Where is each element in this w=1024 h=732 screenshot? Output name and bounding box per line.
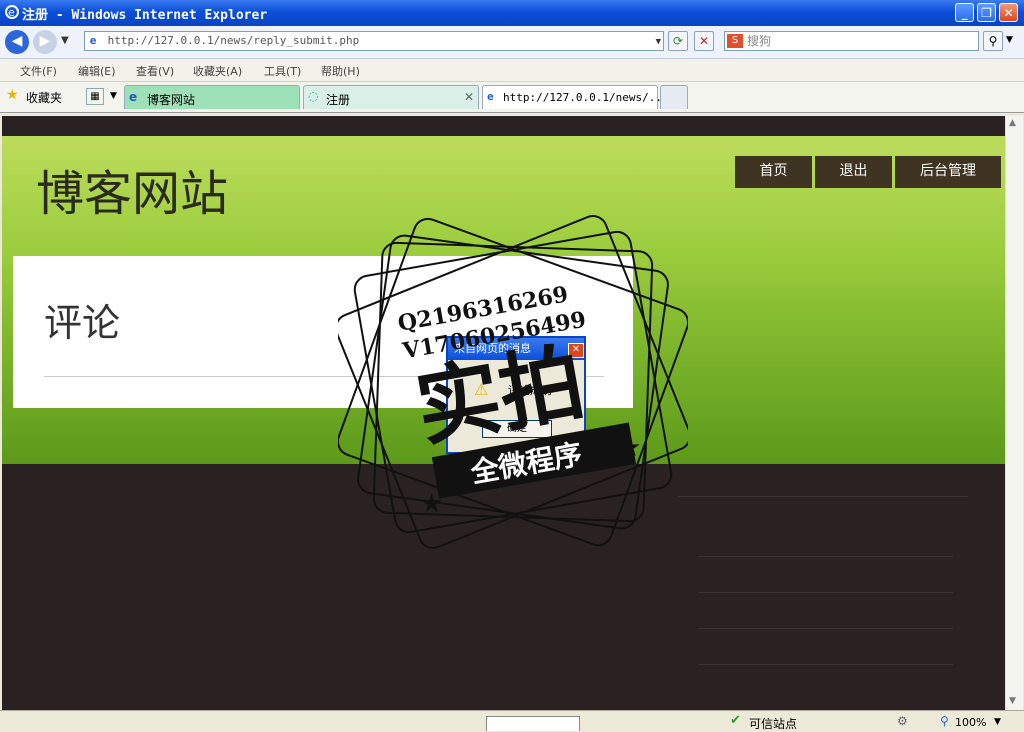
tab-register[interactable]: ◌ 注册 ✕ <box>303 85 479 109</box>
status-bar: ✔ 可信站点 ⚙ ⚲ 100% ▼ <box>0 710 1024 732</box>
divider <box>698 592 953 593</box>
menu-help[interactable]: 帮助(H) <box>321 63 360 79</box>
search-input[interactable]: S 搜狗 <box>724 31 979 51</box>
window-title-bar: e 注册 - Windows Internet Explorer _ ❐ ✕ <box>0 0 1024 26</box>
forward-arrow-icon[interactable]: ▶ <box>33 30 57 54</box>
search-icon[interactable]: ⚲ <box>983 31 1003 51</box>
search-options-icon[interactable]: ▼ <box>1006 35 1013 45</box>
vertical-scrollbar[interactable]: ▲ ▼ <box>1005 116 1023 710</box>
refresh-icon[interactable]: ⟳ <box>668 31 688 51</box>
divider <box>678 496 968 497</box>
site-title: 博客网站 <box>36 166 229 222</box>
ie-logo-icon: e <box>4 4 20 20</box>
maximize-button[interactable]: ❐ <box>977 3 996 22</box>
favorites-star-icon[interactable]: ★ <box>6 87 19 103</box>
protected-mode-icon[interactable]: ⚙ <box>897 714 908 728</box>
scroll-up-icon[interactable]: ▲ <box>1009 118 1016 128</box>
history-dropdown-icon[interactable]: ▼ <box>61 35 69 46</box>
window-title: 注册 - Windows Internet Explorer <box>22 8 268 23</box>
scroll-down-icon[interactable]: ▼ <box>1009 696 1016 706</box>
nav-admin[interactable]: 后台管理 <box>895 156 1001 188</box>
search-placeholder: 搜狗 <box>747 34 772 48</box>
zoom-dropdown-icon[interactable]: ▼ <box>994 717 1001 727</box>
divider <box>698 664 953 665</box>
menu-file[interactable]: 文件(F) <box>20 63 57 79</box>
menu-tools[interactable]: 工具(T) <box>264 63 301 79</box>
menu-edit[interactable]: 编辑(E) <box>78 63 116 79</box>
sogou-icon: S <box>727 34 743 48</box>
minimize-button[interactable]: _ <box>955 3 974 22</box>
tab-page-icon: e <box>487 90 494 103</box>
divider <box>698 556 953 557</box>
address-url: http://127.0.0.1/news/reply_submit.php <box>107 34 360 47</box>
top-strip <box>2 116 1005 136</box>
security-zone[interactable]: 可信站点 <box>749 715 797 732</box>
menu-view[interactable]: 查看(V) <box>136 63 174 79</box>
favorites-label[interactable]: 收藏夹 <box>26 89 62 106</box>
tab-label: 博客网站 <box>147 93 196 107</box>
check-icon: ✔ <box>730 713 741 728</box>
close-window-button[interactable]: ✕ <box>999 3 1018 22</box>
loading-icon: ◌ <box>308 89 319 103</box>
quick-tabs-icon[interactable]: ▦ <box>86 88 104 105</box>
close-tab-icon[interactable]: ✕ <box>464 90 474 104</box>
menu-bar: 文件(F) 编辑(E) 查看(V) 收藏夹(A) 工具(T) 帮助(H) <box>0 59 1024 82</box>
tab-page-icon: e <box>129 90 138 104</box>
page-icon: e <box>89 34 97 47</box>
star-icon: ★ <box>618 433 641 463</box>
star-icon: ★ <box>420 489 443 519</box>
address-bar[interactable]: e http://127.0.0.1/news/reply_submit.php… <box>84 31 664 51</box>
zoom-icon[interactable]: ⚲ <box>940 714 949 728</box>
comment-heading: 评论 <box>44 301 121 345</box>
address-dropdown-icon[interactable]: ▼ <box>656 33 661 51</box>
tab-bar: ★ 收藏夹 ▦ ▼ e 博客网站 ◌ 注册 ✕ e http://127.0.0… <box>0 82 1024 113</box>
page-viewport: 博客网站 首页 退出 后台管理 评论 来自网页的消息 ✕ ⚠ 评论成功 确定 Q… <box>2 116 1005 710</box>
new-tab-button[interactable] <box>660 85 688 109</box>
tab-label: http://127.0.0.1/news/... <box>503 91 669 104</box>
menu-favorites[interactable]: 收藏夹(A) <box>193 63 242 79</box>
nav-home[interactable]: 首页 <box>735 156 812 188</box>
address-toolbar: ◀ ▶ ▼ e http://127.0.0.1/news/reply_subm… <box>0 26 1024 59</box>
divider <box>698 628 953 629</box>
tab-label: 注册 <box>326 93 351 107</box>
tab-list-dropdown-icon[interactable]: ▼ <box>110 91 117 101</box>
watermark-stamp: Q2196316269 V17060256499 实拍 全微程序 ★ ★ <box>334 212 692 552</box>
tab-blog[interactable]: e 博客网站 <box>124 85 300 109</box>
svg-text:e: e <box>8 6 15 19</box>
tab-news[interactable]: e http://127.0.0.1/news/... <box>482 85 669 109</box>
zoom-level[interactable]: 100% <box>955 716 986 729</box>
nav-logout[interactable]: 退出 <box>815 156 892 188</box>
back-arrow-icon[interactable]: ◀ <box>5 30 29 54</box>
stop-icon[interactable]: ✕ <box>694 31 714 51</box>
